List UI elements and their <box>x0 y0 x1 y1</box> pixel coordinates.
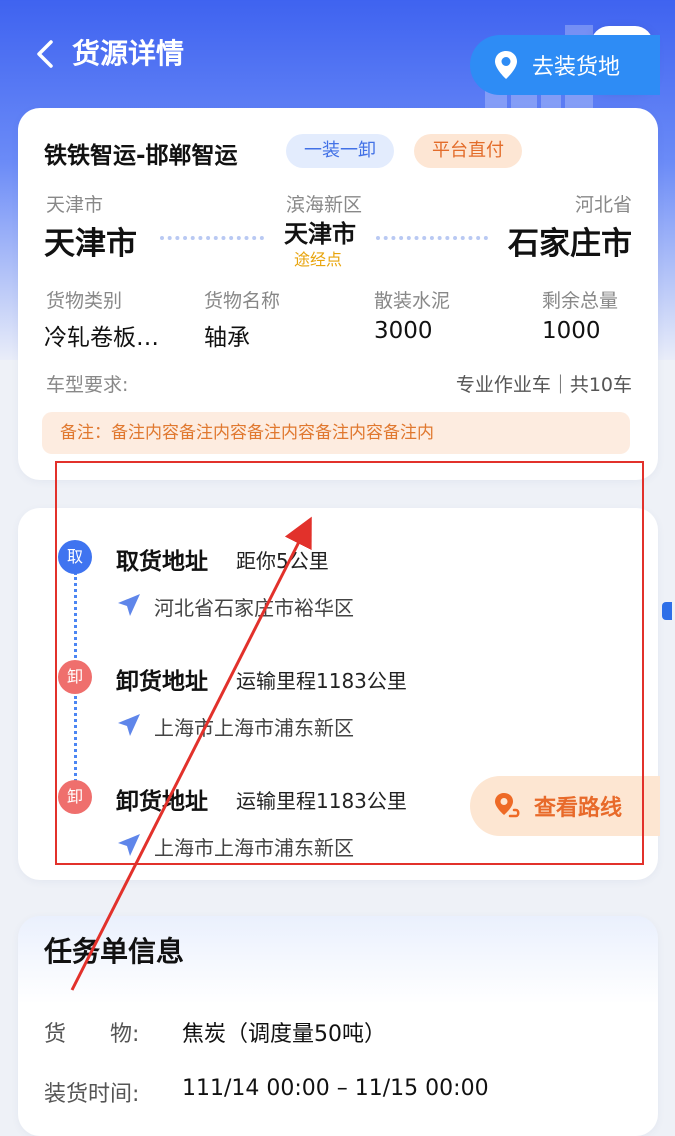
via-city: 天津市 <box>284 220 356 248</box>
attr-value-cement: 3000 <box>374 318 433 344</box>
cargo-summary-card: 铁铁智运-邯郸智运 一装一卸 平台直付 天津市 天津市 滨海新区 天津市 途经点… <box>18 108 658 480</box>
unload-badge: 卸 <box>58 660 92 694</box>
stop-distance: 距你5公里 <box>236 549 329 573</box>
navigation-arrow-icon <box>118 714 140 736</box>
attr-label-name: 货物名称 <box>204 290 281 312</box>
vehicle-requirement-value: 专业作业车｜共10车 <box>455 374 632 396</box>
attr-label-category: 货物类别 <box>46 290 123 312</box>
page-title: 货源详情 <box>72 37 185 70</box>
info-value-goods: 焦炭（调度量50吨） <box>182 1022 386 1047</box>
attr-label-remaining: 剩余总量 <box>542 290 619 312</box>
side-tab-indicator <box>662 602 672 620</box>
info-value-loading-time: 111/14 00:00 – 11/15 00:00 <box>182 1076 489 1101</box>
navigation-arrow-icon <box>118 594 140 616</box>
stop-address: 上海市上海市浦东新区 <box>154 716 354 740</box>
via-district: 滨海新区 <box>286 194 363 216</box>
chevron-left-icon[interactable] <box>28 36 64 72</box>
origin-province: 天津市 <box>46 194 104 216</box>
info-label-loading-time: 装货时间: <box>44 1082 140 1107</box>
attr-label-cement: 散装水泥 <box>374 290 451 312</box>
attr-value-category: 冷轧卷板… <box>44 325 159 351</box>
tag-payment: 平台直付 <box>414 134 522 168</box>
unload-badge: 卸 <box>58 780 92 814</box>
tag-loading-type: 一装一卸 <box>286 134 394 168</box>
navigation-arrow-icon <box>118 834 140 856</box>
route-dots-right <box>376 236 488 240</box>
stop-address: 河北省石家庄市裕华区 <box>154 596 354 620</box>
stop-distance: 运输里程1183公里 <box>236 669 407 693</box>
task-info-card: 任务单信息 货 物: 焦炭（调度量50吨） 装货时间: 111/14 00:00… <box>18 916 658 1136</box>
attr-value-remaining: 1000 <box>542 318 601 344</box>
view-route-button[interactable]: 查看路线 <box>470 776 660 836</box>
info-label-goods: 货 物: <box>44 1022 140 1047</box>
stop-address: 上海市上海市浦东新区 <box>154 836 354 860</box>
task-section-title: 任务单信息 <box>44 935 185 968</box>
go-to-loading-label: 去装货地 <box>532 55 621 80</box>
stop-title: 卸货地址 <box>116 669 208 695</box>
stop-title: 取货地址 <box>116 549 208 575</box>
pickup-badge: 取 <box>58 540 92 574</box>
remark-box: 备注：备注内容备注内容备注内容备注内容备注内 <box>42 412 630 454</box>
destination-city: 石家庄市 <box>508 226 632 262</box>
destination-province: 河北省 <box>574 194 632 216</box>
origin-city: 天津市 <box>44 226 137 262</box>
location-pin-icon <box>495 51 517 79</box>
vehicle-requirement-label: 车型要求: <box>46 374 129 396</box>
stop-distance: 运输里程1183公里 <box>236 789 407 813</box>
stop-title: 卸货地址 <box>116 789 208 815</box>
company-name: 铁铁智运-邯郸智运 <box>44 143 238 169</box>
attr-value-name: 轴承 <box>204 325 250 351</box>
route-dots-left <box>160 236 264 240</box>
route-map-icon <box>495 793 520 818</box>
route-connector-1 <box>74 572 77 664</box>
go-to-loading-button[interactable]: 去装货地 <box>470 35 660 95</box>
via-point-tag: 途经点 <box>294 250 343 269</box>
view-route-label: 查看路线 <box>534 796 623 821</box>
route-connector-2 <box>74 696 77 782</box>
